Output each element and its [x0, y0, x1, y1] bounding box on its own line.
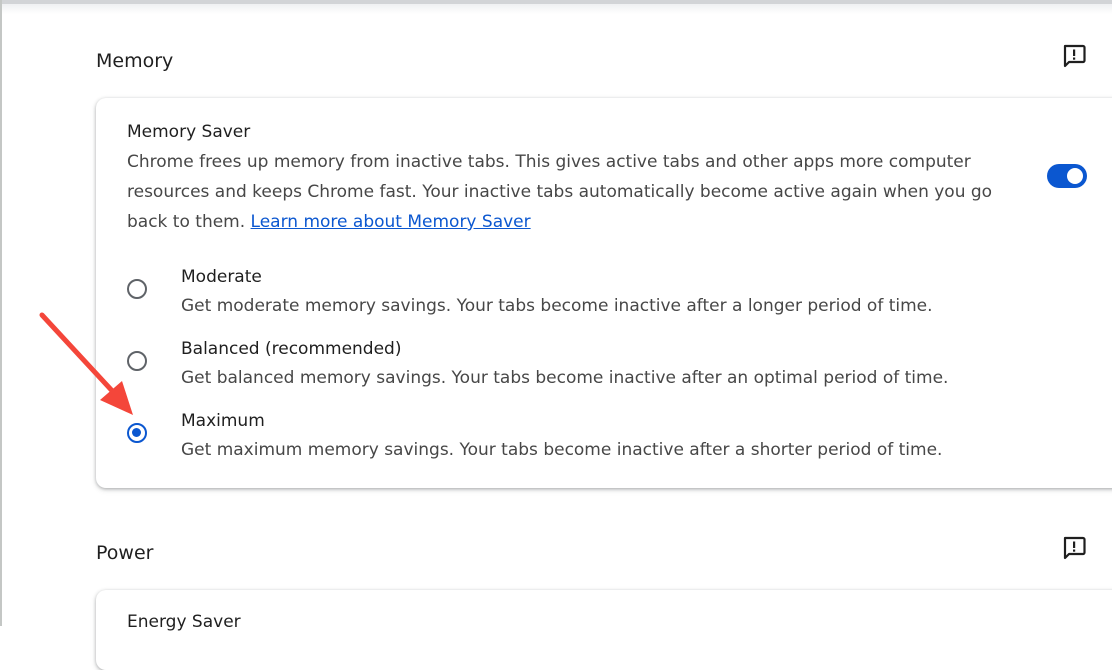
memory-saver-title: Memory Saver: [127, 122, 251, 142]
radio-option-moderate[interactable]: Moderate Get moderate memory savings. Yo…: [96, 265, 1096, 331]
feedback-icon: [1063, 536, 1086, 560]
radio-option-balanced[interactable]: Balanced (recommended) Get balanced memo…: [96, 337, 1096, 403]
left-border: [0, 0, 2, 626]
radio-label-balanced: Balanced (recommended): [181, 339, 402, 359]
arrow-icon: [39, 312, 133, 415]
memory-saver-toggle[interactable]: [1047, 164, 1087, 188]
power-feedback-button[interactable]: [1057, 531, 1091, 565]
energy-saver-card: Energy Saver: [96, 590, 1112, 670]
memory-section-title: Memory: [96, 50, 174, 72]
memory-saver-description: Chrome frees up memory from inactive tab…: [127, 147, 1032, 237]
radio-button-maximum[interactable]: [127, 423, 147, 443]
radio-description-moderate: Get moderate memory savings. Your tabs b…: [181, 296, 933, 316]
memory-saver-card: Memory Saver Chrome frees up memory from…: [96, 98, 1112, 488]
memory-feedback-button[interactable]: [1057, 39, 1091, 73]
radio-description-maximum: Get maximum memory savings. Your tabs be…: [181, 440, 943, 460]
feedback-icon: [1063, 44, 1086, 68]
radio-button-moderate[interactable]: [127, 279, 147, 299]
radio-option-maximum[interactable]: Maximum Get maximum memory savings. Your…: [96, 409, 1096, 475]
top-divider: [0, 0, 1112, 4]
energy-saver-title: Energy Saver: [127, 612, 241, 632]
radio-label-moderate: Moderate: [181, 267, 262, 287]
learn-more-link[interactable]: Learn more about Memory Saver: [251, 212, 531, 232]
radio-label-maximum: Maximum: [181, 411, 265, 431]
power-section-title: Power: [96, 542, 154, 564]
toggle-knob: [1067, 168, 1083, 184]
radio-description-balanced: Get balanced memory savings. Your tabs b…: [181, 368, 949, 388]
